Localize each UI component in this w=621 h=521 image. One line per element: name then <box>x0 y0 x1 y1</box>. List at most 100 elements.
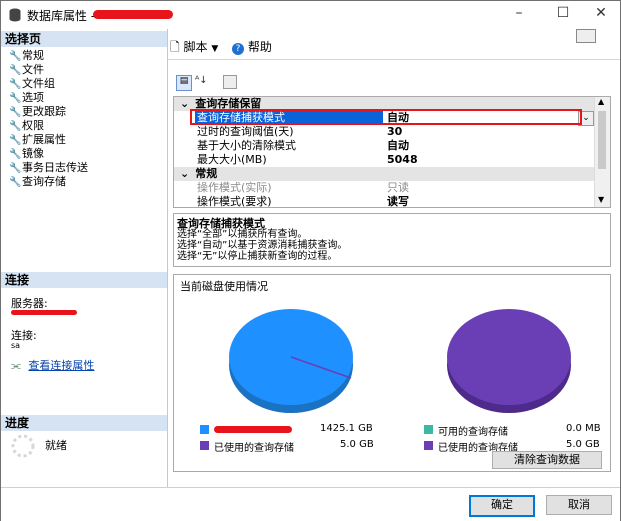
wrench-icon: 🔧 <box>9 149 22 160</box>
cancel-button[interactable]: 取消 <box>546 495 612 515</box>
disk-usage-header: 当前磁盘使用情况 <box>180 280 268 293</box>
wrench-icon: 🔧 <box>9 163 22 174</box>
category-row[interactable]: ⌄ 常规 <box>174 167 594 181</box>
page-options[interactable]: 🔧选项 <box>9 91 44 104</box>
script-button[interactable]: 🗋 脚本 ▼ <box>170 38 218 59</box>
help-button[interactable]: ? 帮助 <box>232 38 272 55</box>
description-line: 选择“自动”以基于资源消耗捕获查询。 <box>177 240 348 251</box>
page-label: 权限 <box>22 119 44 132</box>
page-query-store[interactable]: 🔧查询存储 <box>9 175 66 188</box>
wrench-icon: 🔧 <box>9 177 22 188</box>
wrench-icon: 🔧 <box>9 135 22 146</box>
progress-spinner-icon <box>11 434 35 458</box>
toolbar-divider <box>168 59 620 60</box>
page-label: 文件组 <box>22 77 55 90</box>
legend-swatch-used <box>200 441 209 450</box>
property-row[interactable]: 过时的查询阈值(天) 30 <box>174 125 594 139</box>
property-value[interactable]: 读写 <box>384 195 592 207</box>
property-row[interactable]: 最大大小(MB) 5048 <box>174 153 594 167</box>
property-name: 最大大小(MB) <box>197 153 267 166</box>
categorized-icon[interactable]: ▤ <box>176 75 192 91</box>
disk-pie-chart <box>229 309 353 413</box>
close-button[interactable]: ✕ <box>586 5 616 25</box>
page-label: 扩展属性 <box>22 133 66 146</box>
page-files[interactable]: 🔧文件 <box>9 63 44 76</box>
property-value[interactable]: 30 <box>384 125 592 139</box>
property-row[interactable]: 基于大小的清除模式 自动 <box>174 139 594 153</box>
page-filegroups[interactable]: 🔧文件组 <box>9 77 55 90</box>
bottom-bar: 确定 取消 <box>1 487 620 521</box>
property-name: 操作模式(实际) <box>197 181 272 194</box>
property-value[interactable]: 自动 <box>384 139 592 153</box>
alphabetical-icon[interactable]: ᴬ↓ <box>195 75 208 86</box>
legend-value: 5.0 GB <box>340 439 374 450</box>
wrench-icon: 🔧 <box>9 65 22 76</box>
description-panel: 查询存储捕获模式 选择“全部”以捕获所有查询。 选择“自动”以基于资源消耗捕获查… <box>173 213 611 267</box>
page-label: 事务日志传送 <box>22 161 88 174</box>
page-permissions[interactable]: 🔧权限 <box>9 119 44 132</box>
disk-usage-panel: 当前磁盘使用情况 1425.1 GB 已使用的查询存储 5.0 GB 可用的查询… <box>173 274 611 472</box>
maximize-button[interactable]: ☐ <box>548 5 578 25</box>
minimize-button[interactable]: – <box>504 5 534 25</box>
page-change-tracking[interactable]: 🔧更改跟踪 <box>9 105 66 118</box>
scroll-down-icon[interactable]: ▼ <box>598 195 604 204</box>
property-grid: ⌄ 查询存储保留 查询存储捕获模式 自动 ⌄ 过时的查询阈值(天) 30 基于大小… <box>173 96 611 208</box>
page-label: 文件 <box>22 63 44 76</box>
collapse-icon[interactable]: ⌄ <box>174 167 195 180</box>
purge-query-data-button[interactable]: 清除查询数据 <box>492 451 602 469</box>
window-title: 数据库属性 - <box>27 9 96 23</box>
connection-header: 连接 <box>1 272 167 288</box>
page-label: 常规 <box>22 49 44 62</box>
server-label: 服务器: <box>11 297 48 310</box>
window-icon <box>576 29 596 43</box>
legend-swatch-used-right <box>424 441 433 450</box>
page-mirroring[interactable]: 🔧镜像 <box>9 147 44 160</box>
script-icon: 🗋 <box>170 40 180 54</box>
page-label: 选项 <box>22 91 44 104</box>
query-store-pie-chart <box>447 309 571 413</box>
title-bar: 数据库属性 - – ☐ ✕ <box>1 1 620 29</box>
redacted-database-name <box>93 10 173 19</box>
toolbar: 🗋 脚本 ▼ ? 帮助 <box>168 29 620 59</box>
select-page-header: 选择页 <box>1 31 167 47</box>
property-pages-icon[interactable] <box>223 75 237 89</box>
legend-value: 5.0 GB <box>566 439 600 450</box>
property-row[interactable]: 操作模式(实际) 只读 <box>174 181 594 195</box>
wrench-icon: 🔧 <box>9 51 22 62</box>
page-extended-properties[interactable]: 🔧扩展属性 <box>9 133 66 146</box>
help-label: 帮助 <box>247 40 272 54</box>
description-line: 选择“全部”以捕获所有查询。 <box>177 229 308 240</box>
left-panel: 选择页 🔧常规 🔧文件 🔧文件组 🔧选项 🔧更改跟踪 🔧权限 🔧扩展属性 🔧镜像… <box>1 29 168 487</box>
redacted-drive-label <box>214 426 292 433</box>
ok-button[interactable]: 确定 <box>469 495 535 517</box>
view-connection-link[interactable]: 查看连接属性 <box>28 359 94 372</box>
highlight-box <box>190 109 582 125</box>
property-value[interactable]: 5048 <box>384 153 592 167</box>
connection-icon: ⫘ <box>11 359 21 372</box>
page-label: 镜像 <box>22 147 44 160</box>
property-grid-scrollbar[interactable]: ▲ ▼ <box>594 97 610 207</box>
page-log-shipping[interactable]: 🔧事务日志传送 <box>9 161 88 174</box>
progress-status: 就绪 <box>45 439 67 452</box>
property-name: 基于大小的清除模式 <box>197 139 296 152</box>
property-name: 操作模式(要求) <box>197 195 272 208</box>
wrench-icon: 🔧 <box>9 107 22 118</box>
scroll-thumb[interactable] <box>598 111 606 169</box>
page-label: 查询存储 <box>22 175 66 188</box>
help-icon: ? <box>232 43 244 55</box>
property-row[interactable]: 操作模式(要求) 读写 <box>174 195 594 208</box>
description-line: 选择“无”以停止捕获新查询的过程。 <box>177 251 338 262</box>
database-properties-window: 数据库属性 - – ☐ ✕ 选择页 🔧常规 🔧文件 🔧文件组 🔧选项 🔧更改跟踪… <box>0 0 621 521</box>
legend-label: 已使用的查询存储 <box>214 443 294 454</box>
legend-label: 可用的查询存储 <box>438 427 508 438</box>
view-connection-properties[interactable]: ⫘ 查看连接属性 <box>11 357 94 373</box>
chevron-down-icon: ▼ <box>211 44 219 54</box>
scroll-up-icon[interactable]: ▲ <box>598 97 604 106</box>
script-label: 脚本 <box>183 40 208 54</box>
redacted-server-name <box>11 310 77 315</box>
page-general[interactable]: 🔧常规 <box>9 49 44 62</box>
legend-value: 0.0 MB <box>566 423 601 434</box>
wrench-icon: 🔧 <box>9 121 22 132</box>
right-panel: 🗋 脚本 ▼ ? 帮助 ▤ ᴬ↓ ⌄查询存储保留 查询存储捕获模式 自动 ⌄ <box>168 29 620 487</box>
wrench-icon: 🔧 <box>9 79 22 90</box>
